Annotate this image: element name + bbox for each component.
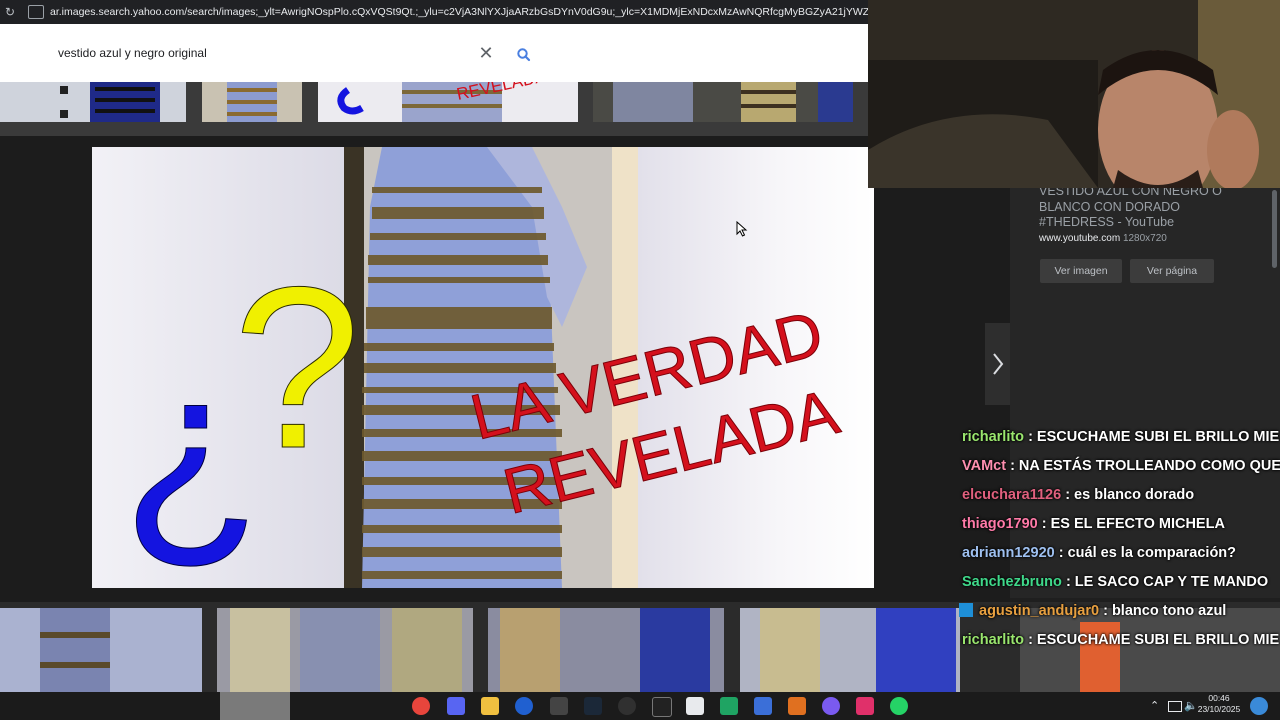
site-info-icon[interactable] <box>28 5 44 19</box>
image-dimensions: 1280x720 <box>1122 233 1167 244</box>
chat-username: VAMct <box>962 458 1007 474</box>
webcam-overlay <box>868 0 1280 188</box>
file-explorer-icon[interactable] <box>481 697 499 715</box>
view-image-button[interactable]: Ver imagen <box>1040 259 1122 283</box>
blue-inverted-question-mark: ¿ <box>122 319 263 576</box>
panel-title-line: #THEDRESS - YouTube <box>1039 215 1175 229</box>
prime-badge-icon <box>959 603 973 617</box>
chat-text: : NA ESTÁS TROLLEANDO COMO QUE <box>1010 458 1280 474</box>
source-domain[interactable]: www.youtube.com <box>1039 233 1120 244</box>
thumbnail-image[interactable] <box>202 82 302 122</box>
panel-title[interactable]: VESTIDO AZUL CON NEGRO O BLANCO CON DORA… <box>1039 184 1249 231</box>
chat-text: : blanco tono azul <box>1103 603 1227 619</box>
app-icon[interactable] <box>822 697 840 715</box>
chat-username: elcuchara1126 <box>962 487 1062 503</box>
chat-message: thiago1790 : ES EL EFECTO MICHELA <box>958 513 1280 542</box>
chat-text: : ESCUCHAME SUBI EL BRILLO MIE <box>1028 632 1280 648</box>
tiktok-icon[interactable] <box>856 697 874 715</box>
chat-message: richarlito : ESCUCHAME SUBI EL BRILLO MI… <box>958 426 1280 455</box>
chat-text: : es blanco dorado <box>1065 487 1195 503</box>
chat-message: agustin_andujar0 : blanco tono azul <box>958 600 1280 629</box>
chat-text: : cuál es la comparación? <box>1058 545 1237 561</box>
panel-title-line: BLANCO CON DORADO <box>1039 199 1180 214</box>
taskbar-search-thumbnail[interactable] <box>220 692 290 720</box>
network-icon[interactable] <box>1168 701 1182 712</box>
chat-message: elcuchara1126 : es blanco dorado <box>958 484 1280 513</box>
chat-message: Sanchezbruno : LE SACO CAP Y TE MANDO <box>958 571 1280 600</box>
clear-search-icon[interactable]: ✕ <box>476 42 496 64</box>
clock-date: 23/10/2025 <box>1197 704 1241 714</box>
chat-text: : ESCUCHAME SUBI EL BRILLO MIE <box>1028 429 1280 445</box>
discord-icon[interactable] <box>447 697 465 715</box>
chat-message: adriann12920 : cuál es la comparación? <box>958 542 1280 571</box>
chat-text: : LE SACO CAP Y TE MANDO <box>1065 574 1269 590</box>
panel-scrollbar[interactable] <box>1272 190 1277 268</box>
steam-icon[interactable] <box>584 697 602 715</box>
obs-icon[interactable] <box>618 697 636 715</box>
main-preview-image[interactable]: ? ¿ LA VERDAD REVELADA <box>92 147 874 588</box>
chat-message: VAMct : NA ESTÁS TROLLEANDO COMO QUE <box>958 455 1280 484</box>
chat-username: agustin_andujar0 <box>979 603 1100 619</box>
clock-time: 00:46 <box>1208 693 1230 703</box>
url-text[interactable]: ar.images.search.yahoo.com/search/images… <box>50 6 868 18</box>
chat-username: Sanchezbruno <box>962 574 1062 590</box>
chat-username: thiago1790 <box>962 516 1038 532</box>
thumbnail-image[interactable] <box>593 82 853 122</box>
search-query-text[interactable]: vestido azul y negro original <box>58 46 207 60</box>
thumbnail-image[interactable] <box>0 82 186 122</box>
notepad-icon[interactable] <box>686 697 704 715</box>
chat-username: adriann12920 <box>962 545 1055 561</box>
app-icon[interactable] <box>788 697 806 715</box>
tray-chevron-icon[interactable]: ⌃ <box>1150 699 1159 712</box>
search-icon[interactable] <box>514 45 534 65</box>
taskbar-clock[interactable]: 00:46 23/10/2025 <box>1196 693 1242 715</box>
taskbar <box>0 692 1280 720</box>
stream-chat: richarlito : ESCUCHAME SUBI EL BRILLO MI… <box>958 426 1280 658</box>
google-drive-icon[interactable] <box>720 697 738 715</box>
next-image-button[interactable] <box>985 323 1011 405</box>
reload-icon[interactable]: ↻ <box>2 5 18 19</box>
whatsapp-icon[interactable] <box>890 697 908 715</box>
chat-text: : ES EL EFECTO MICHELA <box>1041 516 1225 532</box>
browser-icon[interactable] <box>515 697 533 715</box>
mouse-cursor-icon <box>736 220 748 242</box>
chat-username: richarlito <box>962 429 1025 445</box>
address-bar: ↻ ar.images.search.yahoo.com/search/imag… <box>0 0 868 24</box>
thumbnail-image-selected[interactable]: REVELADA <box>318 82 578 122</box>
chat-message: richarlito : ESCUCHAME SUBI EL BRILLO MI… <box>958 629 1280 658</box>
notification-icon[interactable] <box>1250 697 1268 715</box>
app-icon[interactable] <box>550 697 568 715</box>
capcut-icon[interactable] <box>652 697 672 717</box>
window-icon[interactable] <box>754 697 772 715</box>
view-page-button[interactable]: Ver página <box>1130 259 1214 283</box>
panel-source: www.youtube.com 1280x720 <box>1039 233 1167 244</box>
chat-username: richarlito <box>962 632 1025 648</box>
chrome-icon[interactable] <box>412 697 430 715</box>
